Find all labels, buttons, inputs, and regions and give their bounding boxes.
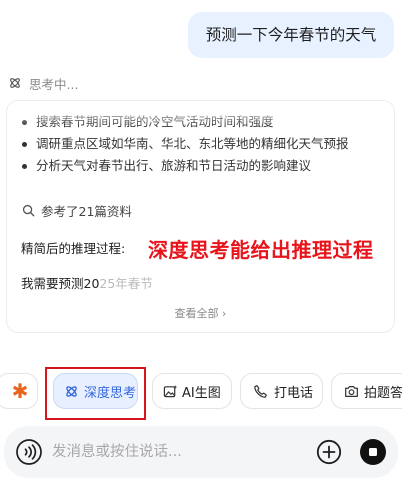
camera-icon	[345, 385, 358, 397]
thinking-step: 分析天气对春节出行、旅游和节日活动的影响建议	[22, 155, 349, 177]
photo-answer-button[interactable]: 拍题答疑	[331, 373, 402, 409]
phone-call-button[interactable]: 打电话	[240, 373, 323, 409]
thinking-status[interactable]: 思考中...	[8, 74, 78, 92]
deep-think-button[interactable]: 深度思考	[53, 373, 138, 409]
deep-think-label: 深度思考	[84, 385, 137, 401]
thinking-step: 调研重点区域如华南、华北、东北等地的精细化天气预报	[22, 133, 349, 155]
stop-icon[interactable]	[359, 438, 387, 466]
reasoning-title: 精简后的推理过程:	[21, 241, 126, 256]
thinking-step: 搜索春节期间可能的冷空气活动时间和强度	[22, 111, 349, 133]
thinking-status-label: 思考中...	[29, 76, 79, 92]
thinking-step: 了解相关节日的具体日期以及预测时间规定	[22, 101, 349, 111]
references-link[interactable]: 参考了21篇资料	[22, 201, 132, 219]
references-label: 参考了21篇资料	[41, 203, 132, 219]
deep-think-icon	[66, 385, 77, 397]
reasoning-text-faded: 25年春节	[99, 276, 153, 291]
thinking-steps-list: 了解相关节日的具体日期以及预测时间规定 搜索春节期间可能的冷空气活动时间和强度 …	[22, 101, 349, 177]
plus-icon[interactable]	[316, 439, 342, 465]
message-input[interactable]	[52, 439, 302, 465]
ai-image-button[interactable]: AI生图	[152, 373, 232, 409]
message-composer	[4, 426, 398, 478]
thinking-process-card: 了解相关节日的具体日期以及预测时间规定 搜索春节期间可能的冷空气活动时间和强度 …	[6, 100, 395, 333]
view-all-link[interactable]: 查看全部 ›	[7, 305, 394, 321]
ai-image-label: AI生图	[182, 385, 221, 401]
user-message-bubble: 预测一下今年春节的天气	[188, 12, 394, 58]
reasoning-text: 我需要预测2025年春节	[21, 273, 153, 292]
reasoning-text-visible: 我需要预测20	[21, 276, 100, 291]
search-icon	[22, 204, 35, 216]
voice-input-icon[interactable]	[15, 438, 43, 466]
asterisk-icon: ✱	[11, 379, 29, 403]
annotation-text: 深度思考能给出推理过程	[148, 238, 374, 262]
deep-think-icon	[10, 78, 20, 88]
photo-answer-label: 拍题答疑	[364, 385, 402, 401]
more-tools-button[interactable]: ✱	[0, 373, 38, 409]
phone-icon	[254, 384, 267, 398]
user-message-text: 预测一下今年春节的天气	[205, 26, 377, 44]
phone-call-label: 打电话	[274, 385, 314, 401]
image-generate-icon	[163, 384, 178, 397]
